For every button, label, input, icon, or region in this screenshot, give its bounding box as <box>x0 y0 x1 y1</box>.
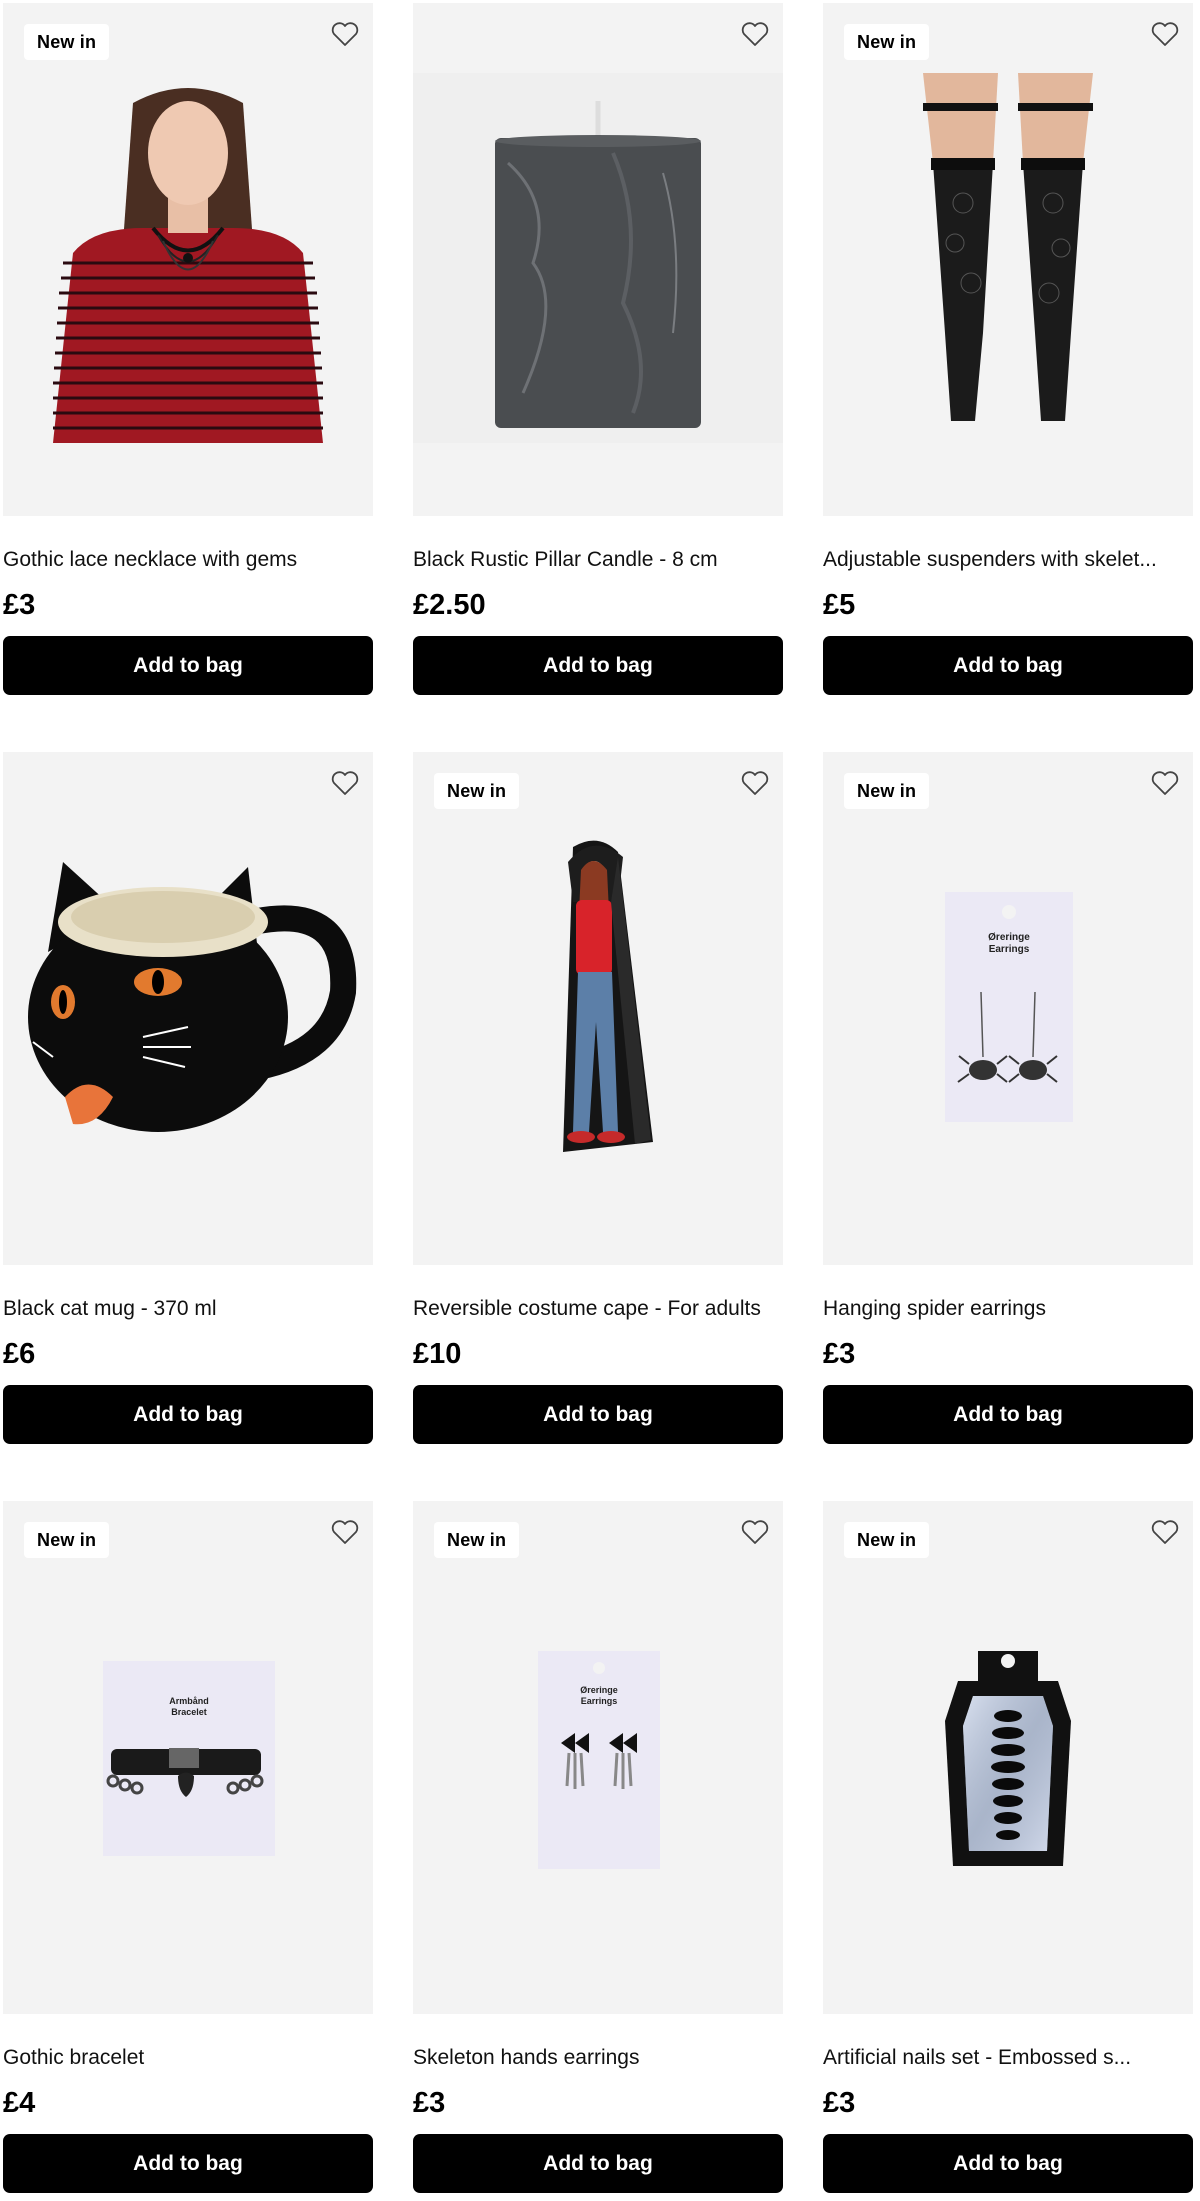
gothic-bracelet-image: Armbånd Bracelet <box>103 1661 275 1856</box>
product-image[interactable] <box>3 752 373 1265</box>
new-in-badge: New in <box>24 1522 110 1558</box>
product-price: £6 <box>3 1338 36 1370</box>
heart-outline-icon[interactable] <box>739 767 771 799</box>
packaging-label-line1: Øreringe <box>580 1685 618 1695</box>
heart-outline-icon[interactable] <box>1149 1516 1181 1548</box>
heart-outline-icon[interactable] <box>739 18 771 50</box>
new-in-badge: New in <box>434 773 520 809</box>
product-image[interactable]: New in <box>823 1501 1193 2014</box>
product-title[interactable]: Gothic bracelet <box>3 2044 373 2072</box>
add-to-bag-button[interactable]: Add to bag <box>823 1385 1193 1444</box>
new-in-badge: New in <box>24 24 110 60</box>
packaging-label-line2: Bracelet <box>171 1707 207 1717</box>
product-title[interactable]: Reversible costume cape - For adults <box>413 1295 783 1323</box>
product-image[interactable]: New in <box>823 3 1193 516</box>
add-to-bag-button[interactable]: Add to bag <box>823 2134 1193 2193</box>
packaging-label-line1: Øreringe <box>988 932 1030 943</box>
product-price: £3 <box>823 2087 856 2119</box>
product-price: £3 <box>3 589 36 621</box>
new-in-badge: New in <box>844 773 930 809</box>
product-image[interactable]: New in <box>3 3 373 516</box>
product-image[interactable]: Armbånd Bracelet New in <box>3 1501 373 2014</box>
packaging-label-line1: Armbånd <box>169 1696 209 1706</box>
artificial-nails-image <box>945 1651 1071 1866</box>
heart-outline-icon[interactable] <box>739 1516 771 1548</box>
product-price: £10 <box>413 1338 462 1370</box>
skeleton-earrings-image: Øreringe Earrings <box>538 1651 660 1869</box>
product-price: £5 <box>823 589 856 621</box>
add-to-bag-button[interactable]: Add to bag <box>3 2134 373 2193</box>
suspender-stockings-image <box>923 73 1093 421</box>
product-title[interactable]: Hanging spider earrings <box>823 1295 1193 1323</box>
add-to-bag-button[interactable]: Add to bag <box>823 636 1193 695</box>
heart-outline-icon[interactable] <box>329 1516 361 1548</box>
packaging-label-line2: Earrings <box>581 1696 618 1706</box>
product-image[interactable]: New in <box>413 752 783 1265</box>
heart-outline-icon[interactable] <box>1149 18 1181 50</box>
product-title[interactable]: Gothic lace necklace with gems <box>3 546 373 574</box>
black-cat-mug-image <box>28 862 357 1132</box>
product-image[interactable]: Øreringe Earrings New in <box>413 1501 783 2014</box>
add-to-bag-button[interactable]: Add to bag <box>413 1385 783 1444</box>
necklace-model-image <box>53 88 323 443</box>
product-title[interactable]: Adjustable suspenders with skelet... <box>823 546 1193 574</box>
product-price: £4 <box>3 2087 36 2119</box>
add-to-bag-button[interactable]: Add to bag <box>413 2134 783 2193</box>
heart-outline-icon[interactable] <box>329 18 361 50</box>
product-title[interactable]: Skeleton hands earrings <box>413 2044 783 2072</box>
spider-earrings-image: Øreringe Earrings <box>945 892 1073 1122</box>
heart-outline-icon[interactable] <box>329 767 361 799</box>
add-to-bag-button[interactable]: Add to bag <box>413 636 783 695</box>
product-price: £3 <box>413 2087 446 2119</box>
new-in-badge: New in <box>844 1522 930 1558</box>
product-image[interactable]: Øreringe Earrings New in <box>823 752 1193 1265</box>
add-to-bag-button[interactable]: Add to bag <box>3 636 373 695</box>
product-price: £3 <box>823 1338 856 1370</box>
product-title[interactable]: Artificial nails set - Embossed s... <box>823 2044 1193 2072</box>
new-in-badge: New in <box>434 1522 520 1558</box>
packaging-label-line2: Earrings <box>989 944 1030 955</box>
product-price: £2.50 <box>413 589 486 621</box>
product-title[interactable]: Black Rustic Pillar Candle - 8 cm <box>413 546 783 574</box>
product-image[interactable] <box>413 3 783 516</box>
product-title[interactable]: Black cat mug - 370 ml <box>3 1295 373 1323</box>
new-in-badge: New in <box>844 24 930 60</box>
costume-cape-model-image <box>563 840 653 1152</box>
pillar-candle-image <box>413 73 783 443</box>
add-to-bag-button[interactable]: Add to bag <box>3 1385 373 1444</box>
heart-outline-icon[interactable] <box>1149 767 1181 799</box>
